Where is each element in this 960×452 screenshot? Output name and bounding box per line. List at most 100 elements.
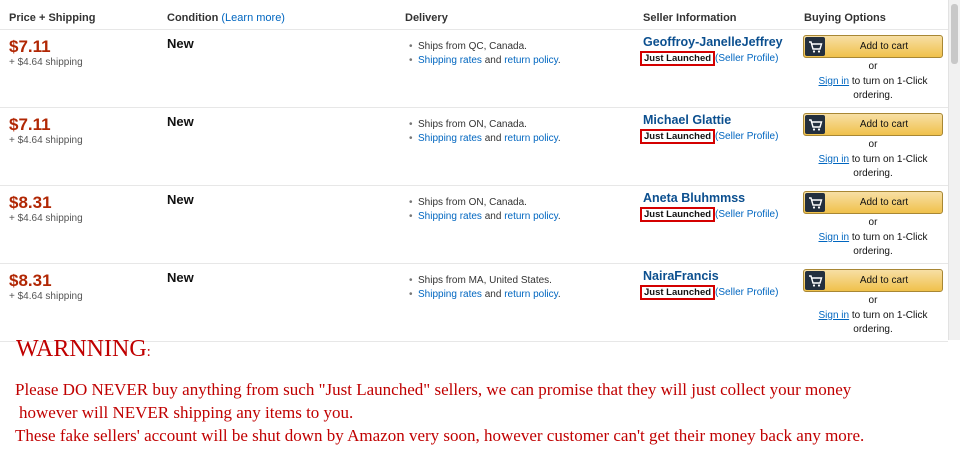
warning-title-colon: : xyxy=(146,344,151,360)
just-launched-badge: Just Launched xyxy=(640,207,716,222)
offer-row: $8.31 + $4.64 shipping New • Ships from ON, … xyxy=(0,186,948,264)
warning-title-text: WARNNING xyxy=(16,336,147,362)
seller-profile-link[interactable]: Seller Profile xyxy=(718,53,775,64)
just-launched-badge: Just Launched xyxy=(640,285,716,300)
bullet-icon: • xyxy=(409,197,413,208)
shopping-cart-icon xyxy=(805,37,825,56)
ships-from-item: • Ships from ON, Canada. xyxy=(409,196,561,210)
seller-profile-link[interactable]: Seller Profile xyxy=(718,209,775,220)
add-to-cart-button[interactable]: Add to cart xyxy=(803,35,943,58)
one-click-rest: to turn on 1-Click ordering. xyxy=(851,232,928,257)
learn-more-link[interactable]: (Learn more) xyxy=(221,12,285,24)
warning-title: WARNNING: xyxy=(16,336,151,363)
return-policy-link[interactable]: return policy xyxy=(504,55,558,66)
ships-from-item: • Ships from QC, Canada. xyxy=(409,40,561,54)
or-text: or xyxy=(868,217,878,228)
seller-tag: Just Launched (Seller Profile) xyxy=(640,207,778,222)
shopping-cart-icon xyxy=(805,271,825,290)
seller-name-link[interactable]: Michael Glattie xyxy=(643,113,731,127)
bullet-icon: • xyxy=(409,55,413,66)
one-click-text: Sign in to turn on 1-Click ordering. xyxy=(803,153,943,181)
close-paren: ) xyxy=(775,131,779,142)
delivery-info: • Ships from ON, Canada. • Shipping rates a… xyxy=(409,196,561,224)
bullet-icon: • xyxy=(409,119,413,130)
offer-row: $7.11 + $4.64 shipping New • Ships from QC, … xyxy=(0,30,948,108)
seller-tag: Just Launched (Seller Profile) xyxy=(640,285,778,300)
shipping-rates-link[interactable]: Shipping rates xyxy=(418,289,482,300)
add-to-cart-button[interactable]: Add to cart xyxy=(803,191,943,214)
one-click-text: Sign in to turn on 1-Click ordering. xyxy=(803,231,943,259)
seller-tag: Just Launched (Seller Profile) xyxy=(640,51,778,66)
sign-in-link[interactable]: Sign in xyxy=(819,310,850,321)
bullet-icon: • xyxy=(409,289,413,300)
offer-shipping-cost: + $4.64 shipping xyxy=(9,213,83,224)
header-price-shipping: Price + Shipping xyxy=(9,12,96,24)
shipping-policy-item: • Shipping rates and return policy. xyxy=(409,132,561,146)
one-click-rest: to turn on 1-Click ordering. xyxy=(851,154,928,179)
seller-name-link[interactable]: Aneta Bluhmmss xyxy=(643,191,745,205)
just-launched-badge: Just Launched xyxy=(640,51,716,66)
bullet-icon: • xyxy=(409,211,413,222)
scrollbar-thumb[interactable] xyxy=(951,4,958,64)
seller-profile-link[interactable]: Seller Profile xyxy=(718,287,775,298)
add-to-cart-label: Add to cart xyxy=(859,119,909,130)
and-text: and xyxy=(484,211,502,222)
add-to-cart-button[interactable]: Add to cart xyxy=(803,113,943,136)
vertical-scrollbar[interactable] xyxy=(948,0,960,340)
delivery-info: • Ships from MA, United States. • Shipping … xyxy=(409,274,561,302)
add-to-cart-label: Add to cart xyxy=(859,275,909,286)
bullet-icon: • xyxy=(409,41,413,52)
ships-from-text: Ships from MA, United States. xyxy=(418,275,552,286)
or-text: or xyxy=(868,61,878,72)
offer-shipping-cost: + $4.64 shipping xyxy=(9,291,83,302)
shipping-rates-link[interactable]: Shipping rates xyxy=(418,211,482,222)
return-policy-link[interactable]: return policy xyxy=(504,289,558,300)
one-click-rest: to turn on 1-Click ordering. xyxy=(851,76,928,101)
period-text: . xyxy=(557,289,561,300)
delivery-info: • Ships from ON, Canada. • Shipping rates a… xyxy=(409,118,561,146)
seller-name-link[interactable]: NairaFrancis xyxy=(643,269,719,283)
delivery-info: • Ships from QC, Canada. • Shipping rates a… xyxy=(409,40,561,68)
add-to-cart-label: Add to cart xyxy=(859,197,909,208)
seller-name-link[interactable]: Geoffroy-JanelleJeffrey xyxy=(643,35,783,49)
header-condition: Condition (Learn more) xyxy=(167,12,285,24)
header-delivery: Delivery xyxy=(405,12,448,24)
add-to-cart-label: Add to cart xyxy=(859,41,909,52)
shopping-cart-icon xyxy=(805,115,825,134)
sign-in-link[interactable]: Sign in xyxy=(819,232,850,243)
ships-from-item: • Ships from ON, Canada. xyxy=(409,118,561,132)
shipping-policy-item: • Shipping rates and return policy. xyxy=(409,288,561,302)
seller-profile-link[interactable]: Seller Profile xyxy=(718,131,775,142)
offer-condition: New xyxy=(167,270,194,285)
offer-condition: New xyxy=(167,192,194,207)
offer-price: $7.11 xyxy=(9,37,51,56)
bullet-icon: • xyxy=(409,133,413,144)
ships-from-text: Ships from ON, Canada. xyxy=(418,197,527,208)
warning-line-3: These fake sellers' account will be shut… xyxy=(15,426,865,445)
offer-shipping-cost: + $4.64 shipping xyxy=(9,57,83,68)
one-click-text: Sign in to turn on 1-Click ordering. xyxy=(803,75,943,103)
sign-in-link[interactable]: Sign in xyxy=(819,76,850,87)
seller-tag: Just Launched (Seller Profile) xyxy=(640,129,778,144)
add-to-cart-button[interactable]: Add to cart xyxy=(803,269,943,292)
header-condition-label: Condition xyxy=(167,12,219,24)
offer-row: $8.31 + $4.64 shipping New • Ships from MA, … xyxy=(0,264,948,342)
one-click-rest: to turn on 1-Click ordering. xyxy=(851,310,928,335)
return-policy-link[interactable]: return policy xyxy=(504,211,558,222)
close-paren: ) xyxy=(775,209,779,220)
offer-shipping-cost: + $4.64 shipping xyxy=(9,135,83,146)
one-click-text: Sign in to turn on 1-Click ordering. xyxy=(803,309,943,337)
and-text: and xyxy=(484,289,502,300)
offer-price: $7.11 xyxy=(9,115,51,134)
offer-table-header: Price + Shipping Condition (Learn more) … xyxy=(0,0,948,30)
shipping-policy-item: • Shipping rates and return policy. xyxy=(409,210,561,224)
offer-price: $8.31 xyxy=(9,193,52,212)
return-policy-link[interactable]: return policy xyxy=(504,133,558,144)
ships-from-text: Ships from ON, Canada. xyxy=(418,119,527,130)
shipping-rates-link[interactable]: Shipping rates xyxy=(418,133,482,144)
offer-condition: New xyxy=(167,114,194,129)
sign-in-link[interactable]: Sign in xyxy=(819,154,850,165)
shipping-policy-item: • Shipping rates and return policy. xyxy=(409,54,561,68)
offer-condition: New xyxy=(167,36,194,51)
shipping-rates-link[interactable]: Shipping rates xyxy=(418,55,482,66)
